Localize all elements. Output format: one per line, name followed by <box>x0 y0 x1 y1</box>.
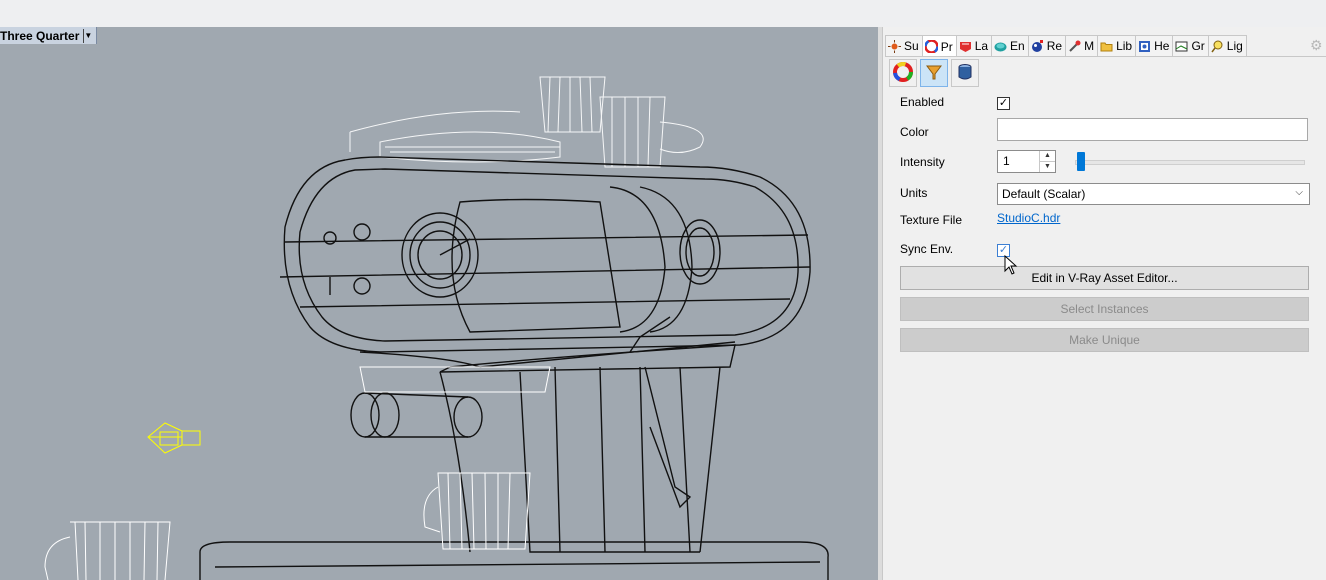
spin-up-icon[interactable]: ▲ <box>1040 151 1055 162</box>
viewport-title[interactable]: Three Quarter ▼ <box>0 27 98 44</box>
tab-lights[interactable]: Lig <box>1207 35 1247 56</box>
ground-plane-icon <box>1175 40 1188 53</box>
intensity-value: 1 <box>1003 154 1010 168</box>
tab-ground[interactable]: Gr <box>1172 35 1209 56</box>
color-wheel-icon <box>893 61 913 85</box>
enabled-checkbox[interactable]: ✓ <box>997 97 1010 110</box>
sun-icon <box>888 39 901 53</box>
wireframe-model <box>44 76 829 580</box>
top-toolbar <box>0 0 1326 28</box>
tab-divider <box>885 56 1326 57</box>
intensity-label: Intensity <box>900 155 945 169</box>
select-instances-button[interactable]: Select Instances <box>900 297 1309 321</box>
tab-properties[interactable]: Pr <box>921 35 957 57</box>
subtab-color[interactable] <box>889 59 917 87</box>
color-label: Color <box>900 125 929 139</box>
tab-render[interactable]: Re <box>1027 35 1067 56</box>
folder-icon <box>1100 40 1113 53</box>
viewport-3d[interactable]: Three Quarter ▼ <box>0 27 878 580</box>
intensity-slider-thumb[interactable] <box>1077 152 1085 171</box>
make-unique-button[interactable]: Make Unique <box>900 328 1309 352</box>
tab-label: Re <box>1046 39 1063 53</box>
material-icon <box>1068 40 1081 53</box>
tab-help[interactable]: He <box>1135 35 1174 56</box>
enabled-label: Enabled <box>900 95 945 109</box>
tab-label: La <box>974 39 989 53</box>
tab-library[interactable]: Lib <box>1097 35 1137 56</box>
environment-funnel-icon <box>924 62 944 85</box>
tab-sun[interactable]: Su <box>885 35 923 56</box>
panel-tab-bar: Su Pr La En Re M Lib He Gr Lig <box>885 35 1247 57</box>
gear-icon[interactable]: ⚙ <box>1310 38 1324 52</box>
intensity-spinner[interactable]: 1 ▲ ▼ <box>997 150 1056 173</box>
tab-material[interactable]: M <box>1065 35 1099 56</box>
tab-environment[interactable]: En <box>991 35 1029 56</box>
tab-label: Pr <box>940 39 953 54</box>
sync-env-label: Sync Env. <box>900 242 954 256</box>
subtab-geometry[interactable] <box>951 59 979 87</box>
intensity-slider-track[interactable] <box>1075 160 1305 165</box>
light-bulb-icon <box>1211 40 1224 53</box>
tab-label: Lig <box>1226 39 1243 53</box>
texture-file-label: Texture File <box>900 213 963 227</box>
viewport-menu-dropdown-icon[interactable]: ▼ <box>83 28 92 43</box>
spin-down-icon[interactable]: ▼ <box>1040 162 1055 172</box>
subtab-bar <box>889 59 979 87</box>
properties-panel: Su Pr La En Re M Lib He Gr Lig ⚙ Enabled… <box>882 27 1326 580</box>
color-wheel-icon <box>924 40 938 53</box>
help-icon <box>1138 40 1151 53</box>
environment-icon <box>994 40 1007 53</box>
tab-layers[interactable]: La <box>955 35 993 56</box>
texture-file-link[interactable]: StudioC.hdr <box>997 211 1060 225</box>
viewport-title-label: Three Quarter <box>0 28 80 43</box>
spinner-arrows[interactable]: ▲ ▼ <box>1039 151 1055 172</box>
units-dropdown[interactable]: Default (Scalar) ⌵ <box>997 183 1310 205</box>
tab-label: Gr <box>1191 39 1205 53</box>
tab-label: Su <box>904 39 919 53</box>
tab-label: Lib <box>1116 39 1133 53</box>
mouse-cursor-icon <box>1004 255 1018 275</box>
layers-icon <box>959 40 972 53</box>
cylinder-icon <box>955 62 975 85</box>
tab-label: En <box>1010 39 1025 53</box>
edit-asset-editor-button[interactable]: Edit in V-Ray Asset Editor... <box>900 266 1309 290</box>
tab-label: He <box>1154 39 1170 53</box>
tab-label: M <box>1084 39 1095 53</box>
color-swatch[interactable] <box>997 118 1308 141</box>
subtab-environment[interactable] <box>920 59 948 87</box>
units-value: Default (Scalar) <box>1002 187 1086 201</box>
render-icon <box>1031 39 1044 53</box>
units-label: Units <box>900 186 928 200</box>
chevron-down-icon: ⌵ <box>1295 187 1303 198</box>
